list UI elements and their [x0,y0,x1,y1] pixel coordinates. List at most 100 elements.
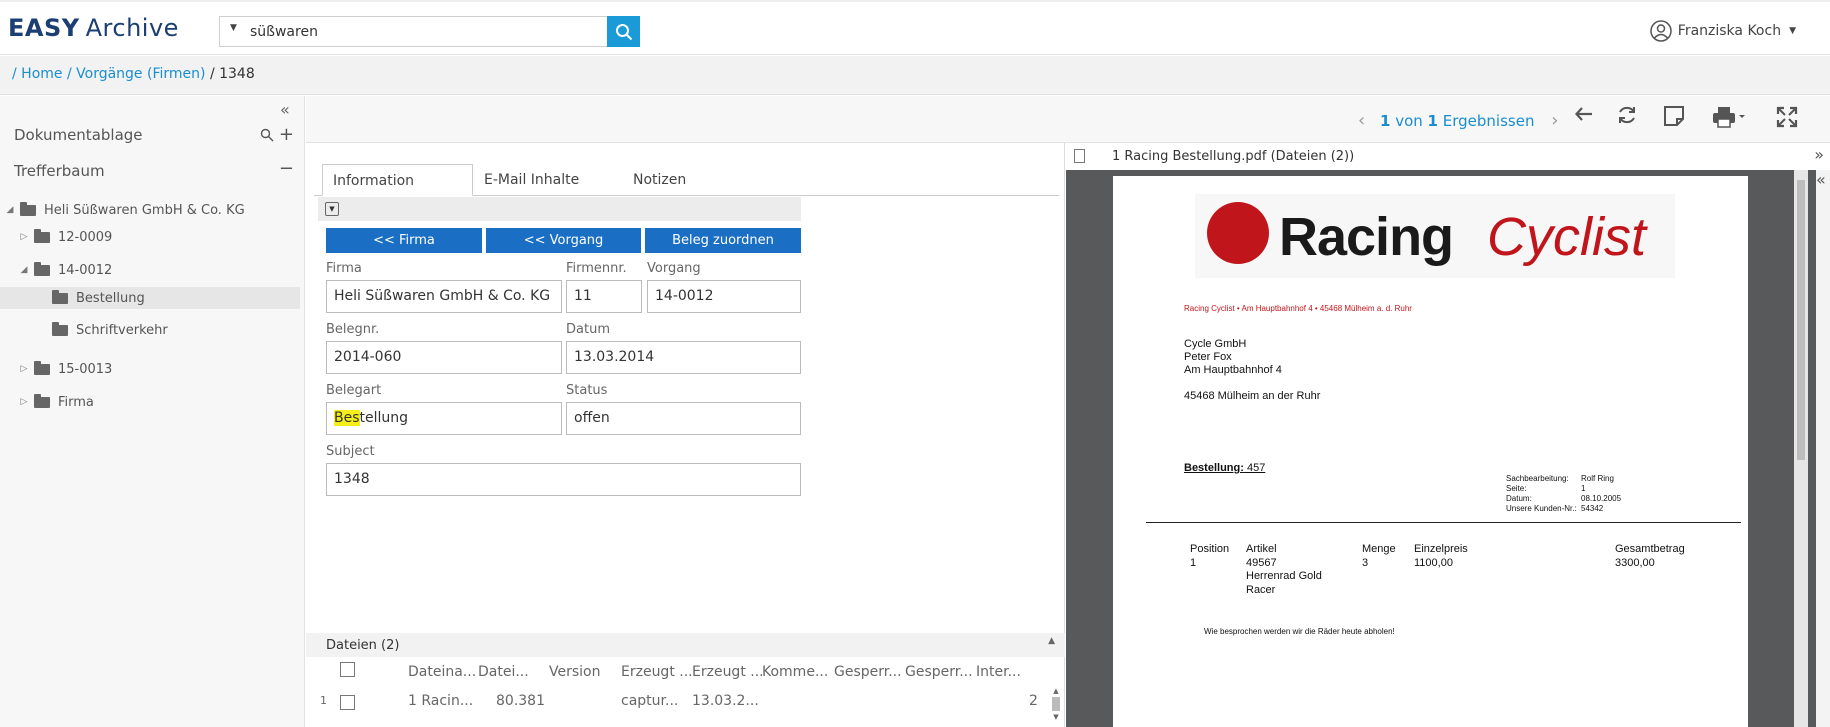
tree-toggle-expanded-icon[interactable]: ◢ [18,265,30,275]
search-box: ▼ [219,16,640,47]
select-all-checkbox[interactable] [340,662,355,677]
col-gesperrt-von[interactable]: Gesperr... [834,664,902,680]
fullscreen-icon[interactable] [1776,106,1798,133]
tab-information[interactable]: Information [322,164,473,196]
result-toolbar: ‹ 1 von 1 Ergebnissen › [306,96,1830,143]
beleg-zuordnen-button[interactable]: Beleg zuordnen [645,228,801,253]
note-icon[interactable] [1663,105,1685,132]
breadcrumb-section[interactable]: Vorgänge (Firmen) [76,66,205,82]
form-toolbar: ▼ [318,197,801,221]
search-icon[interactable] [260,128,274,142]
tree-toggle-expanded-icon[interactable]: ◢ [4,205,16,215]
breadcrumb-home[interactable]: / Home [12,66,63,82]
files-scrollbar[interactable]: ▲ ▼ [1050,687,1062,727]
vorgang-label: Vorgang [647,261,701,276]
col-dateiname[interactable]: Dateina... [408,664,476,680]
row-checkbox[interactable] [340,695,355,710]
meta-value: 08.10.2005 [1581,494,1622,503]
search-scope-dropdown-icon[interactable]: ▼ [230,23,237,33]
add-icon[interactable]: + [279,124,294,145]
pager-von: von [1395,112,1423,130]
app-logo[interactable]: EASY Archive [8,14,179,42]
tab-email-inhalte[interactable]: E-Mail Inhalte [474,164,589,196]
tree-item[interactable]: ▷ Firma [0,391,300,413]
collapse-left-icon[interactable]: « [280,100,290,119]
user-name: Franziska Koch [1677,23,1782,39]
row-count: 2 [1029,693,1038,709]
collapse-up-icon[interactable]: ▲ [1048,636,1055,646]
section-trefferbaum[interactable]: Trefferbaum [14,162,105,180]
col-gesperrt-am[interactable]: Gesperr... [905,664,973,680]
left-sidebar: « Dokumentablage + Trefferbaum − ◢ Heli … [0,96,305,727]
prev-result-icon[interactable]: ‹ [1358,110,1365,131]
tree-item-label: 12-0009 [58,229,113,245]
logo-cyclist: Cyclist [1487,207,1646,267]
vorgang-back-button[interactable]: << Vorgang [486,228,641,253]
belegnr-field[interactable]: 2014-060 [326,341,562,374]
meta-value: 1 [1581,484,1586,493]
section-dokumentablage[interactable]: Dokumentablage [14,126,143,144]
tree-item[interactable]: ▷ 12-0009 [0,226,300,248]
tree-item-selected[interactable]: Bestellung [0,287,300,309]
firmennr-field[interactable]: 11 [566,280,642,313]
belegart-field[interactable]: Bestellung [326,402,562,435]
col-dateigroesse[interactable]: Datei... [478,664,529,680]
viewer-scrollbar[interactable] [1794,170,1808,727]
datum-label: Datum [566,322,610,337]
viewer-side-strip: « [1816,170,1830,727]
tree-item[interactable]: ◢ 14-0012 [0,259,300,281]
datum-field[interactable]: 13.03.2014 [566,341,801,374]
table-header: Artikel [1246,543,1277,555]
meta-value: Rolf Ring [1581,474,1614,483]
tree-item[interactable]: Schriftverkehr [0,319,300,341]
user-avatar-icon [1650,20,1672,42]
expand-right-icon[interactable]: » [1814,145,1824,164]
search-button[interactable] [607,16,640,47]
racing-cyclist-logo: Racing Cyclist [1195,194,1675,278]
subject-field[interactable]: 1348 [326,463,801,496]
status-field[interactable]: offen [566,402,801,435]
col-intern[interactable]: Inter... [976,664,1021,680]
col-erzeugt-am[interactable]: Erzeugt ... [692,664,764,680]
tree-item[interactable]: ◢ Heli Süßwaren GmbH & Co. KG [0,199,300,221]
firma-field[interactable]: Heli Süßwaren GmbH & Co. KG [326,280,562,313]
belegart-label: Belegart [326,383,382,398]
detail-tabs: Information E-Mail Inhalte Notizen [314,153,1059,196]
refresh-icon[interactable] [1616,104,1638,131]
files-header[interactable]: Dateien (2) ▲ [306,633,1065,657]
scroll-up-icon[interactable]: ▲ [1050,687,1062,695]
collapse-viewer-icon[interactable]: « [1816,170,1826,189]
col-erzeugt-von[interactable]: Erzeugt ... [621,664,693,680]
table-cell: 3 [1362,557,1369,569]
scroll-thumb[interactable] [1052,697,1060,711]
logo-light: Archive [85,14,179,42]
row-name[interactable]: 1 Racin... [408,693,473,709]
vorgang-field[interactable]: 14-0012 [647,280,801,313]
firma-back-button[interactable]: << Firma [326,228,482,253]
print-icon[interactable] [1712,106,1746,133]
viewer-scroll-thumb[interactable] [1797,180,1805,460]
toggle-dropdown-icon[interactable]: ▼ [325,202,339,216]
tree-toggle-collapsed-icon[interactable]: ▷ [18,232,30,242]
pdf-canvas[interactable]: Racing Cyclist Racing Cyclist • Am Haupt… [1066,170,1816,727]
scroll-down-icon[interactable]: ▼ [1050,713,1062,721]
sender-line: Racing Cyclist • Am Hauptbahnhof 4 • 454… [1184,304,1412,313]
col-kommentar[interactable]: Komme... [762,664,828,680]
meta-key: Seite: [1506,484,1527,493]
breadcrumb-current: / 1348 [209,66,255,82]
firma-label: Firma [326,261,362,276]
search-input[interactable] [250,21,590,42]
tab-notizen[interactable]: Notizen [623,164,696,196]
table-header: Gesamtbetrag [1615,543,1685,555]
back-arrow-icon[interactable] [1574,104,1594,129]
tree-item[interactable]: ▷ 15-0013 [0,358,300,380]
tree-toggle-collapsed-icon[interactable]: ▷ [18,364,30,374]
chevron-down-icon: ▼ [1789,26,1796,36]
logo-racing: Racing [1279,207,1454,267]
next-result-icon[interactable]: › [1551,110,1558,131]
tree-toggle-collapsed-icon[interactable]: ▷ [18,397,30,407]
belegart-text: tellung [359,410,409,426]
col-version[interactable]: Version [549,664,600,680]
collapse-section-icon[interactable]: − [279,158,294,179]
user-menu[interactable]: Franziska Koch ▼ [1650,20,1796,42]
